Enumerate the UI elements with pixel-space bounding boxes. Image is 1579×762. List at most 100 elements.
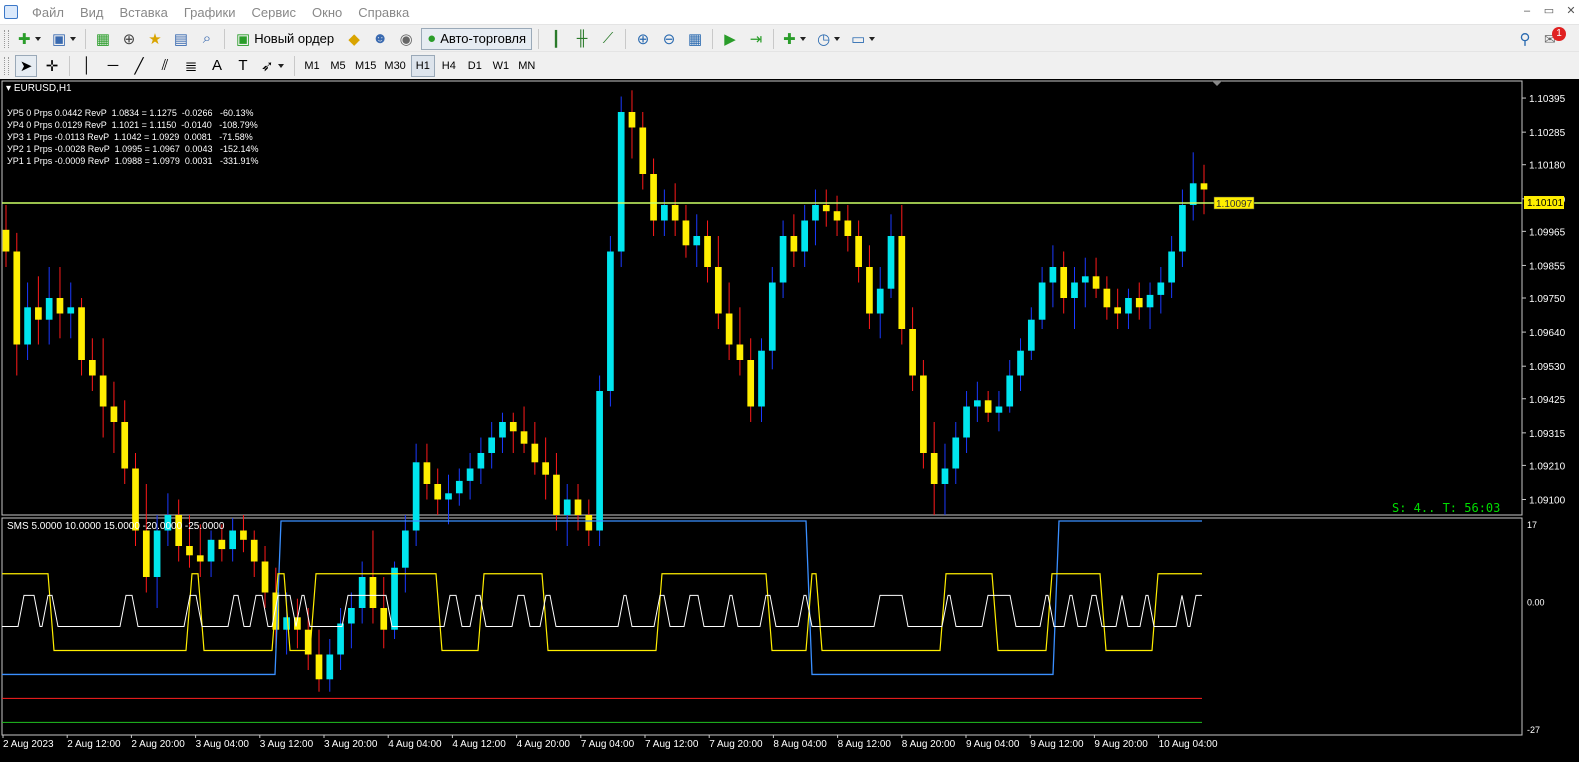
new-order-icon: ▣: [236, 30, 251, 48]
candle-body: [380, 608, 388, 630]
ask-label: 1.10097: [1216, 199, 1253, 210]
chart-window[interactable]: 1.103951.102851.101801.100701.099651.098…: [0, 79, 1579, 762]
horizontal-line-icon[interactable]: ─: [102, 55, 124, 77]
periods-icon[interactable]: ◷: [814, 28, 844, 50]
candle-body: [628, 112, 636, 128]
menu-item-0[interactable]: Файл: [24, 5, 72, 20]
candle-body: [1135, 298, 1143, 308]
metaeditor-icon[interactable]: ◆: [343, 28, 365, 50]
candle-body: [704, 236, 711, 267]
chart-title-arrow-icon[interactable]: ▾: [6, 83, 11, 94]
timeframe-h4[interactable]: H4: [437, 55, 461, 77]
zoom-out-icon[interactable]: ⊖: [658, 28, 680, 50]
profiles-icon[interactable]: ▣: [49, 28, 79, 50]
crosshair-icon[interactable]: ✛: [41, 55, 63, 77]
timeframe-m15[interactable]: M15: [352, 55, 379, 77]
cursor-icon[interactable]: ➤: [15, 54, 37, 77]
autotrading-icon: ●: [427, 30, 437, 47]
candle-body: [984, 400, 992, 413]
candle-body: [283, 617, 290, 630]
zoom-in-icon[interactable]: ⊕: [632, 28, 654, 50]
fibonacci-icon[interactable]: ≣: [180, 55, 202, 77]
candle-body: [909, 329, 916, 376]
terminal-icon[interactable]: ▤: [170, 28, 192, 50]
candle-body: [153, 530, 161, 577]
candle-body: [391, 567, 398, 630]
timeframe-m1[interactable]: M1: [300, 55, 324, 77]
candle-body: [898, 236, 906, 329]
new-chart-icon[interactable]: ✚: [15, 28, 45, 50]
menu-item-5[interactable]: Окно: [304, 5, 350, 20]
channel-icon[interactable]: ⫽: [154, 55, 176, 77]
candle-body: [1189, 183, 1197, 205]
market-watch-icon[interactable]: ▦: [92, 28, 114, 50]
notification-badge: 1: [1552, 27, 1566, 41]
timeframe-mn[interactable]: MN: [515, 55, 539, 77]
price-tick-label: 1.09855: [1529, 261, 1566, 272]
tile-windows-icon[interactable]: ▦: [684, 28, 706, 50]
shift-marker-icon[interactable]: [1212, 81, 1222, 86]
toolbar-grip-2[interactable]: [4, 56, 9, 75]
chart-shift-icon[interactable]: ⇥: [745, 28, 767, 50]
menu-item-4[interactable]: Сервис: [244, 5, 305, 20]
line-chart-icon[interactable]: ⟋: [597, 28, 619, 50]
text-icon[interactable]: A: [206, 55, 228, 77]
timeframe-d1[interactable]: D1: [463, 55, 487, 77]
search-icon[interactable]: ⚲: [1514, 28, 1536, 50]
timeframe-w1[interactable]: W1: [489, 55, 513, 77]
candle-body: [445, 493, 452, 500]
navigator-icon[interactable]: ★: [144, 28, 166, 50]
candle-body: [423, 462, 431, 484]
candle-body: [585, 515, 593, 531]
chart-canvas[interactable]: 1.103951.102851.101801.100701.099651.098…: [0, 79, 1579, 762]
text-label-icon[interactable]: T: [232, 55, 254, 77]
strategy-tester-icon[interactable]: ⌕: [196, 28, 218, 50]
menu-item-6[interactable]: Справка: [350, 5, 417, 20]
candle-body: [952, 437, 960, 469]
menu-item-3[interactable]: Графики: [176, 5, 244, 20]
time-tick-label: 7 Aug 12:00: [645, 739, 699, 750]
menu-item-2[interactable]: Вставка: [112, 5, 176, 20]
minimize-icon[interactable]: –: [1519, 4, 1535, 18]
time-tick-label: 9 Aug 20:00: [1094, 739, 1148, 750]
candle-body: [326, 654, 334, 680]
candle-body: [930, 453, 938, 484]
trendline-icon[interactable]: ╱: [128, 55, 150, 77]
templates-icon[interactable]: ▭: [848, 28, 878, 50]
radio-icon[interactable]: ◉: [395, 28, 417, 50]
bar-chart-icon[interactable]: ┃: [545, 28, 567, 50]
close-icon[interactable]: ✕: [1563, 4, 1579, 18]
candle-body: [563, 499, 571, 515]
price-tick-label: 1.09640: [1529, 328, 1566, 339]
candlestick-icon[interactable]: ╫: [571, 28, 593, 50]
timer-label: S: 4.. T: 56:03: [1392, 501, 1501, 515]
restore-icon[interactable]: ▭: [1541, 4, 1557, 18]
menu-item-1[interactable]: Вид: [72, 5, 112, 20]
notifications-icon[interactable]: ✉ 1: [1542, 27, 1566, 49]
info-line: УР5 0 Prps 0.0442 RevP 1.0834 = 1.1275 -…: [7, 108, 254, 118]
timeframe-m30[interactable]: M30: [381, 55, 408, 77]
timeframe-m5[interactable]: M5: [326, 55, 350, 77]
candle-body: [920, 375, 927, 453]
timeframe-h1[interactable]: H1: [410, 54, 435, 77]
price-tick-label: 1.10395: [1529, 94, 1566, 105]
candle-body: [693, 236, 701, 246]
data-window-icon[interactable]: ⊕: [118, 28, 140, 50]
candle-body: [1017, 350, 1024, 376]
autotrading-button[interactable]: ● Авто-торговля: [421, 27, 533, 50]
arrows-icon[interactable]: ➶: [258, 55, 288, 77]
new-order-button[interactable]: ▣ Новый ордер: [231, 28, 339, 50]
candle-body: [315, 654, 323, 680]
time-tick-label: 4 Aug 04:00: [388, 739, 442, 750]
candle-body: [887, 236, 895, 289]
signals-icon[interactable]: ☻: [369, 28, 391, 50]
toolbar-grip[interactable]: [4, 29, 9, 48]
candle-body: [1179, 205, 1186, 252]
info-panel: УР5 0 Prps 0.0442 RevP 1.0834 = 1.1275 -…: [7, 107, 258, 167]
price-tick-label: 1.09210: [1529, 461, 1566, 472]
candle-body: [1103, 288, 1111, 308]
vertical-line-icon[interactable]: │: [76, 55, 98, 77]
candle-body: [1049, 267, 1057, 283]
autoscroll-icon[interactable]: ▶: [719, 28, 741, 50]
indicators-icon[interactable]: ✚: [780, 28, 810, 50]
